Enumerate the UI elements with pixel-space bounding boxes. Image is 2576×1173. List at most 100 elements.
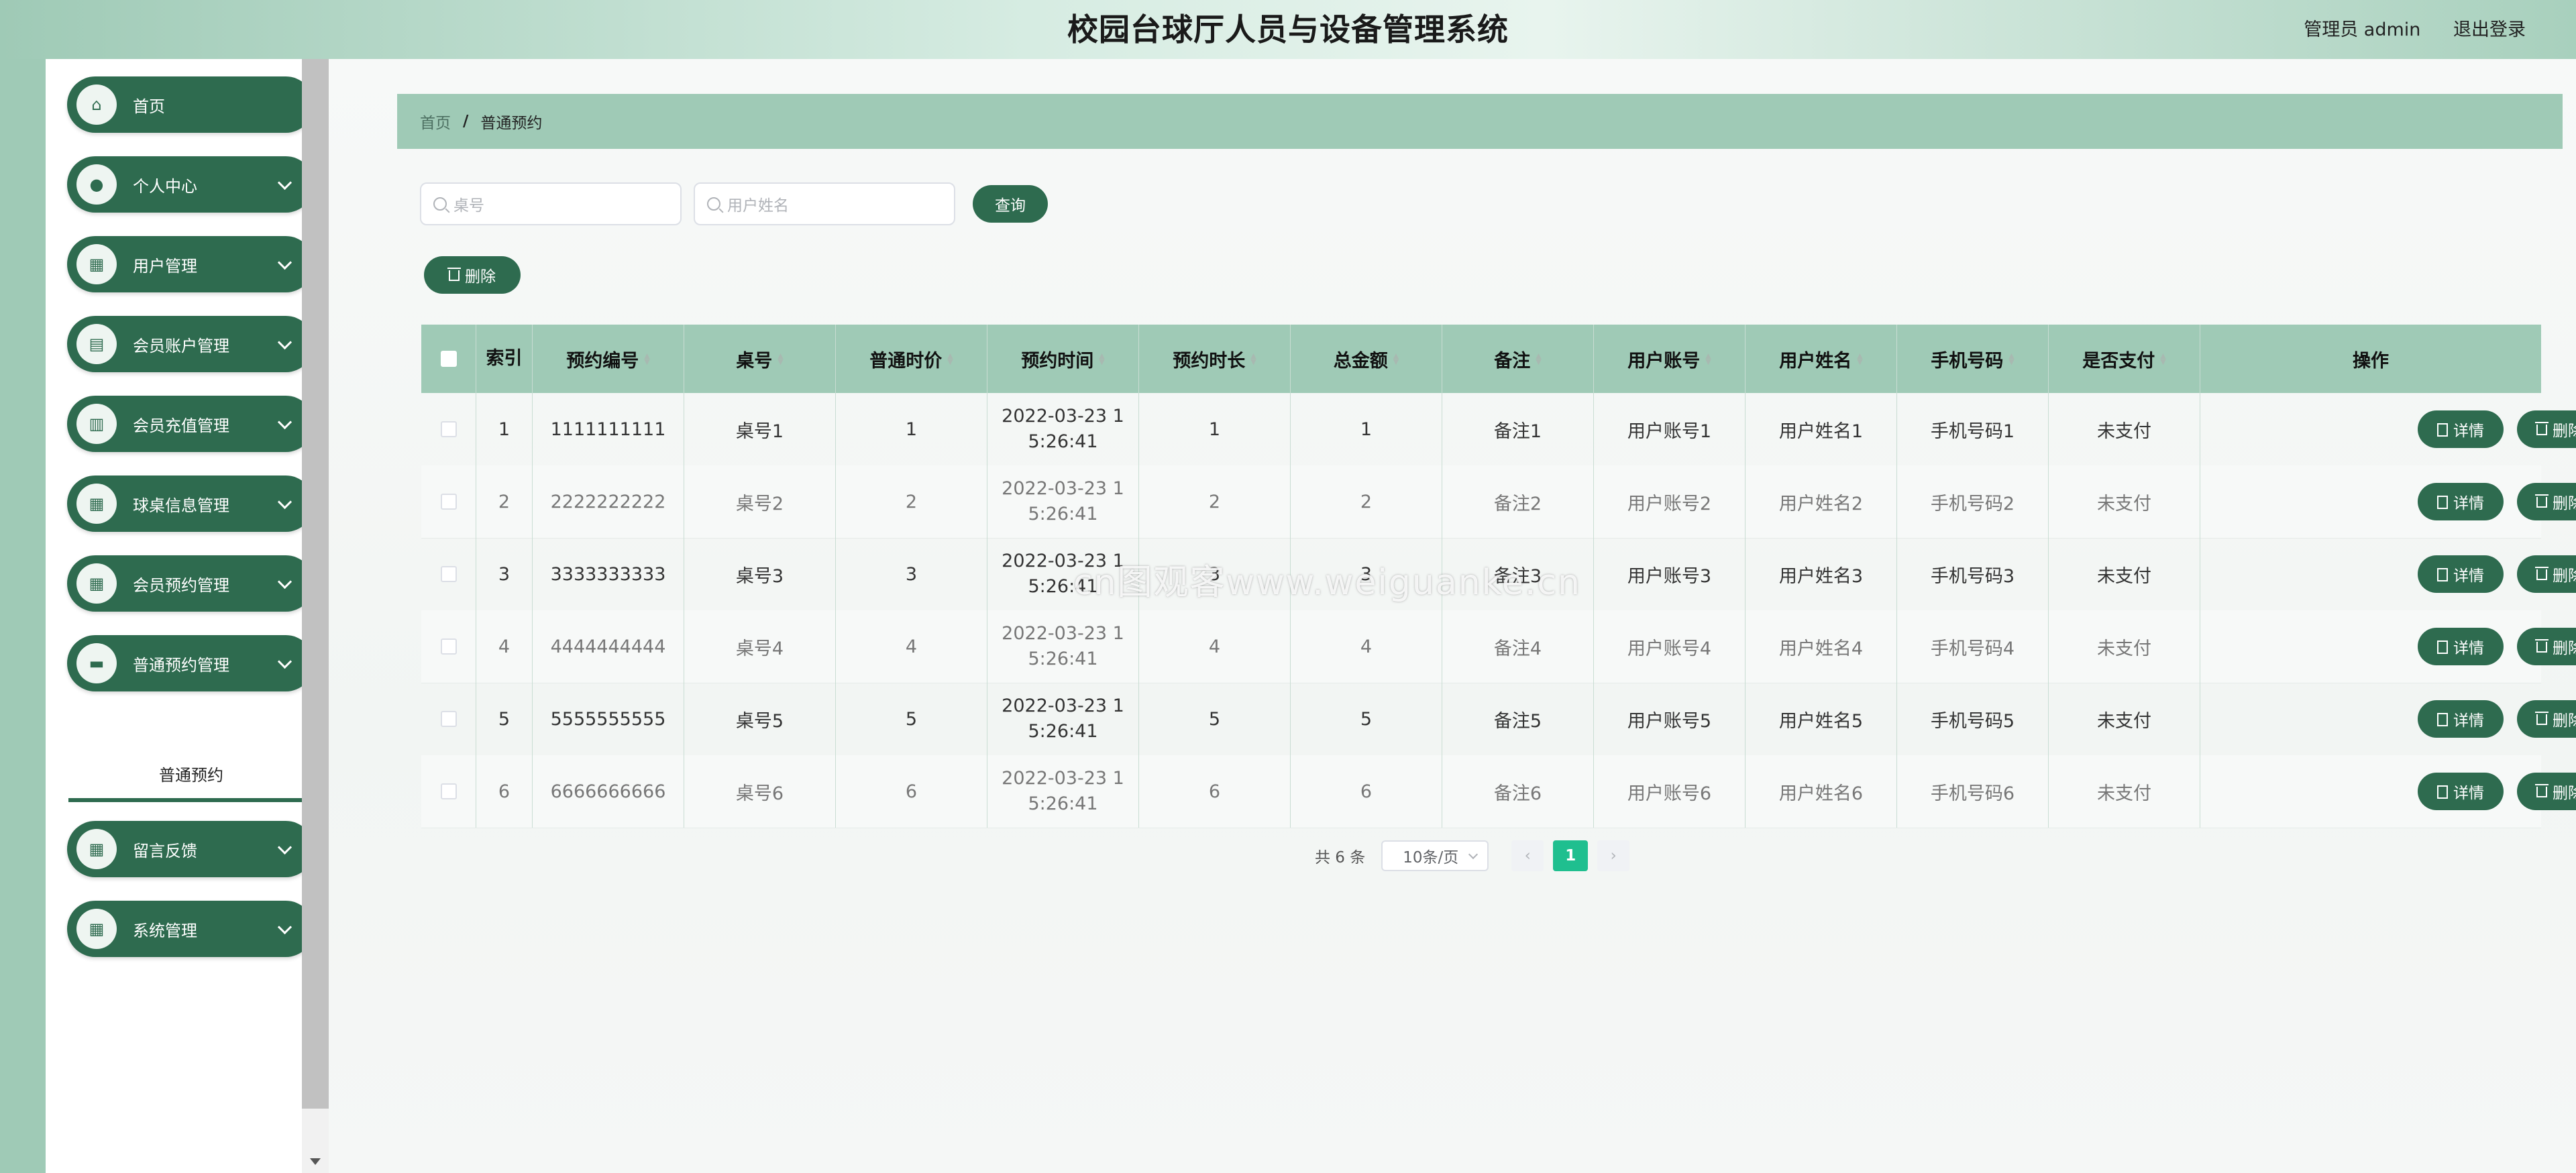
row-checkbox[interactable] (440, 566, 457, 582)
document-icon (2437, 785, 2448, 799)
col-account[interactable]: 用户账号 ▲ ▼ (1594, 325, 1746, 393)
col-label: 用户姓名 (1779, 350, 1852, 372)
cell-total: 5 (1291, 683, 1442, 755)
select-all-checkbox[interactable] (440, 351, 457, 367)
scrollbar-thumb[interactable] (302, 59, 329, 1109)
col-table-no[interactable]: 桌号 ▲ ▼ (684, 325, 836, 393)
delete-button[interactable]: 删除 (2517, 483, 2576, 520)
col-note[interactable]: 备注 ▲ ▼ (1442, 325, 1594, 393)
sidebar-item-member-booking[interactable]: ▦ 会员预约管理 (67, 555, 314, 612)
sidebar-item-label: 个人中心 (133, 176, 197, 196)
delete-button[interactable]: 删除 (2517, 628, 2576, 665)
sort-icon[interactable]: ▲ ▼ (1099, 352, 1104, 366)
next-page-button[interactable]: › (1597, 840, 1630, 871)
cell-table-no: 桌号2 (684, 465, 836, 538)
sidebar-item-feedback[interactable]: ▦ 留言反馈 (67, 821, 314, 877)
logout-link[interactable]: 退出登录 (2453, 19, 2526, 40)
sidebar-item-tables-info[interactable]: ▦ 球桌信息管理 (67, 476, 314, 532)
sort-icon[interactable]: ▲ ▼ (1393, 352, 1399, 366)
user-name-search-input[interactable]: 用户姓名 (694, 182, 955, 225)
delete-label: 删除 (2553, 640, 2576, 657)
sidebar-item-system[interactable]: ▦ 系统管理 (67, 901, 314, 957)
col-booking-code[interactable]: 预约编号 ▲ ▼ (533, 325, 684, 393)
row-checkbox[interactable] (440, 711, 457, 727)
admin-user-label[interactable]: 管理员 admin (2304, 19, 2420, 40)
delete-button[interactable]: 删除 (2517, 700, 2576, 738)
detail-button[interactable]: 详情 (2418, 700, 2504, 738)
cell-table-no: 桌号5 (684, 683, 836, 755)
search-placeholder: 用户姓名 (727, 197, 789, 215)
delete-button[interactable]: 删除 (2517, 773, 2576, 810)
table-no-search-input[interactable]: 桌号 (420, 182, 682, 225)
detail-button[interactable]: 详情 (2418, 483, 2504, 520)
sort-icon[interactable]: ▲ ▼ (947, 352, 953, 366)
cell-table-no: 桌号6 (684, 755, 836, 828)
query-button[interactable]: 查询 (973, 185, 1048, 223)
sidebar-item-member-recharge[interactable]: ▥ 会员充值管理 (67, 396, 314, 452)
cell-phone: 手机号码3 (1897, 538, 2049, 610)
time-line: 5:26:41 (1028, 504, 1098, 524)
cell-booking-time: 2022-03-23 1 5:26:41 (987, 683, 1139, 755)
row-checkbox[interactable] (440, 783, 457, 799)
document-icon (2437, 423, 2448, 437)
col-phone[interactable]: 手机号码 ▲ ▼ (1897, 325, 2049, 393)
sidebar-strip (0, 59, 46, 1173)
detail-button[interactable]: 详情 (2418, 628, 2504, 665)
sidebar-item-label: 系统管理 (133, 921, 197, 940)
detail-button[interactable]: 详情 (2418, 773, 2504, 810)
cell-phone: 手机号码1 (1897, 393, 2049, 465)
sidebar-item-normal-booking[interactable]: ▬ 普通预约管理 (67, 635, 314, 691)
sort-icon[interactable]: ▲ ▼ (2008, 352, 2014, 366)
col-booking-time[interactable]: 预约时间 ▲ ▼ (987, 325, 1139, 393)
col-price[interactable]: 普通时价 ▲ ▼ (836, 325, 987, 393)
cell-account: 用户账号1 (1594, 393, 1746, 465)
prev-page-button[interactable]: ‹ (1511, 840, 1544, 871)
col-label: 总金额 (1333, 350, 1388, 372)
sort-icon[interactable]: ▲ ▼ (1705, 352, 1711, 366)
sidebar-subitem-normal-booking[interactable]: 普通预约 (68, 754, 314, 802)
sidebar-item-home[interactable]: ⌂ 首页 (67, 76, 314, 133)
sort-icon[interactable]: ▲ ▼ (644, 352, 649, 366)
col-paid[interactable]: 是否支付 ▲ ▼ (2049, 325, 2200, 393)
col-total[interactable]: 总金额 ▲ ▼ (1291, 325, 1442, 393)
col-label: 预约编号 (566, 350, 639, 372)
breadcrumb-home[interactable]: 首页 (420, 110, 451, 133)
col-duration[interactable]: 预约时长 ▲ ▼ (1139, 325, 1291, 393)
row-checkbox[interactable] (440, 494, 457, 510)
sort-icon[interactable]: ▲ ▼ (1536, 352, 1541, 366)
cell-index: 6 (476, 755, 533, 828)
col-user-name[interactable]: 用户姓名 ▲ ▼ (1746, 325, 1897, 393)
page-size-select[interactable]: 10条/页 (1381, 840, 1489, 871)
row-checkbox[interactable] (440, 421, 457, 437)
table-row: 6 6666666666 桌号6 6 2022-03-23 1 5:26:41 6 6 备注6 用… (421, 755, 2576, 828)
sort-icon[interactable]: ▲ ▼ (1857, 352, 1862, 366)
cell-booking-time: 2022-03-23 1 5:26:41 (987, 755, 1139, 828)
cell-actions: 详情 删除 (2200, 755, 2576, 828)
cell-phone: 手机号码4 (1897, 610, 2049, 683)
row-checkbox[interactable] (440, 638, 457, 655)
delete-button[interactable]: 删除 (2517, 410, 2576, 448)
chevron-down-icon (277, 255, 292, 270)
delete-button[interactable]: 删除 (2517, 555, 2576, 593)
detail-button[interactable]: 详情 (2418, 555, 2504, 593)
sort-icon[interactable]: ▲ ▼ (2160, 352, 2165, 366)
sidebar-item-member-accounts[interactable]: ▤ 会员账户管理 (67, 316, 314, 372)
cell-phone: 手机号码6 (1897, 755, 2049, 828)
detail-label: 详情 (2453, 785, 2484, 802)
chevron-down-icon (277, 414, 292, 429)
sidebar-item-label: 首页 (133, 97, 165, 116)
batch-delete-button[interactable]: 删除 (424, 256, 521, 294)
pagination: 共 6 条 10条/页 ‹ 1 › (1315, 840, 1630, 872)
sidebar-item-profile[interactable]: ● 个人中心 (67, 156, 314, 213)
scroll-down-arrow-icon[interactable] (310, 1158, 321, 1165)
page-number-button[interactable]: 1 (1553, 840, 1589, 871)
detail-button[interactable]: 详情 (2418, 410, 2504, 448)
cell-note: 备注1 (1442, 393, 1594, 465)
sidebar-item-users[interactable]: ▦ 用户管理 (67, 236, 314, 292)
sort-icon[interactable]: ▲ ▼ (1250, 352, 1256, 366)
delete-label: 删除 (2553, 423, 2576, 440)
sort-icon[interactable]: ▲ ▼ (777, 352, 783, 366)
table-header: 索引 预约编号 ▲ ▼ 桌号 ▲ ▼ 普通时价 ▲ ▼ 预约时间 ▲ ▼ 预约时长 ▲ ▼ 总金额 ▲… (421, 325, 2541, 393)
sidebar-item-label: 会员账户管理 (133, 336, 229, 355)
sidebar-scrollbar[interactable] (302, 59, 329, 1173)
